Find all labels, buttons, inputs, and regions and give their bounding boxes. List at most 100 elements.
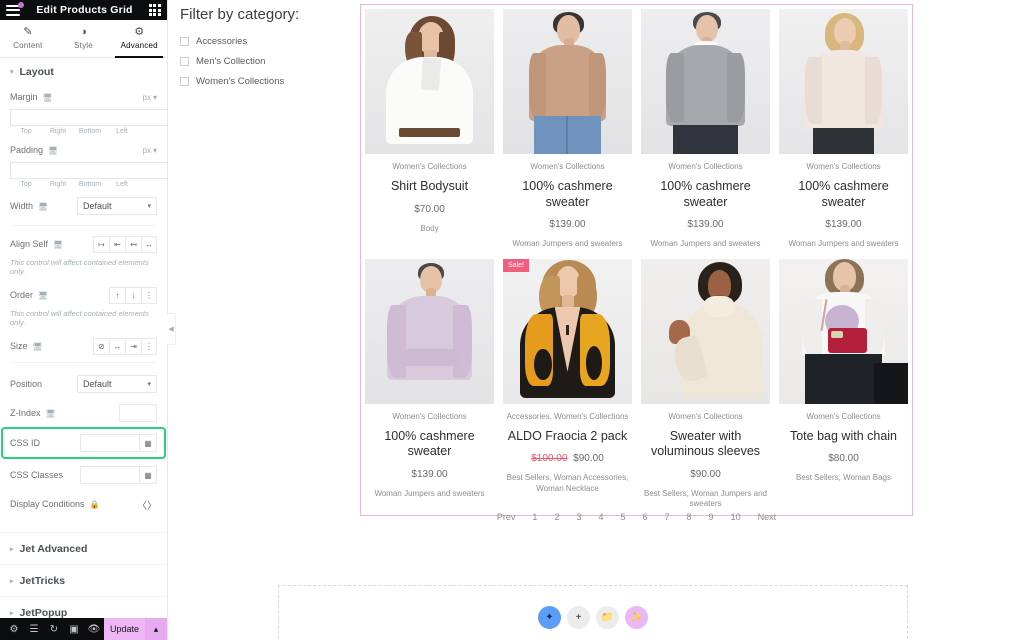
control-order: Order 🖥 ↑ ↓ ⋮ (0, 282, 167, 306)
update-button[interactable]: Update (104, 618, 145, 640)
responsive-icon[interactable]: ▣ (64, 618, 84, 640)
pagination-page-10[interactable]: 10 (722, 512, 749, 522)
products-grid-widget[interactable]: Women's Collections Shirt Bodysuit $70.0… (360, 4, 913, 517)
size-shrink-icon[interactable]: ⇥ (125, 337, 141, 355)
product-image[interactable] (365, 9, 494, 154)
product-image[interactable]: Sale! (503, 258, 632, 404)
product-category: Women's Collections (392, 411, 467, 421)
product-name[interactable]: 100% cashmere sweater (365, 429, 494, 460)
product-card[interactable]: Women's Collections 100% cashmere sweate… (641, 9, 770, 250)
filter-option-womens-collections[interactable]: Women's Collections (180, 76, 340, 87)
product-name[interactable]: 100% cashmere sweater (779, 179, 908, 210)
preview-eye-icon[interactable]: 👁 (84, 618, 104, 640)
pagination-page-6[interactable]: 6 (634, 512, 656, 522)
product-card[interactable]: Women's Collections 100% cashmere sweate… (503, 9, 632, 250)
size-none-icon[interactable]: ⊘ (93, 337, 109, 355)
z-index-input[interactable] (119, 404, 157, 422)
checkbox[interactable] (180, 37, 189, 46)
product-image[interactable] (503, 9, 632, 154)
product-name[interactable]: 100% cashmere sweater (641, 179, 770, 210)
align-start-icon[interactable]: ↦ (93, 235, 109, 253)
checkbox[interactable] (180, 77, 189, 86)
order-more-icon[interactable]: ⋮ (141, 286, 157, 304)
product-card[interactable]: Women's Collections 100% cashmere sweate… (365, 258, 494, 510)
css-id-input[interactable] (80, 434, 140, 452)
tab-advanced[interactable]: ⚙ Advanced (111, 20, 167, 58)
folder-icon[interactable]: 📁 (596, 606, 619, 629)
align-stretch-icon[interactable]: ↔ (141, 235, 157, 253)
product-name[interactable]: Shirt Bodysuit (391, 179, 468, 194)
pagination-page-1[interactable]: 1 (524, 512, 546, 522)
filter-option-accessories[interactable]: Accessories (180, 36, 340, 47)
tab-content[interactable]: ✎ Content (0, 20, 56, 57)
pagination-page-2[interactable]: 2 (546, 512, 568, 522)
pagination: Prev 1 2 3 4 5 6 7 8 9 10 Next (360, 512, 913, 522)
pagination-page-9[interactable]: 9 (700, 512, 722, 522)
hamburger-icon[interactable] (6, 1, 24, 16)
pagination-page-5[interactable]: 5 (612, 512, 634, 522)
pagination-next[interactable]: Next (749, 512, 785, 522)
checkbox[interactable] (180, 57, 189, 66)
pagination-page-8[interactable]: 8 (678, 512, 700, 522)
product-card[interactable]: Women's Collections Sweater with volumin… (641, 258, 770, 510)
update-options-button[interactable]: ▴ (145, 618, 167, 640)
section-jet-advanced[interactable]: ▸ Jet Advanced (0, 533, 167, 565)
product-card[interactable]: Sale! Accessories, Women's Collections A… (503, 258, 632, 510)
add-section-drop-zone[interactable]: ✦ + 📁 ✨ (278, 585, 908, 640)
product-name[interactable]: Tote bag with chain (790, 429, 897, 444)
desktop-icon[interactable]: 🖥 (43, 93, 53, 102)
size-grow-icon[interactable]: ↔ (109, 337, 125, 355)
product-image[interactable] (779, 9, 908, 154)
gear-icon: ⚙ (134, 26, 145, 38)
css-classes-input[interactable] (80, 466, 140, 484)
sparkles-ai-icon[interactable]: ✨ (625, 606, 648, 629)
section-layout[interactable]: ▾ Layout (0, 58, 167, 84)
divider (10, 225, 157, 226)
position-select[interactable]: Default ▾ (77, 375, 157, 393)
product-card[interactable]: Women's Collections 100% cashmere sweate… (779, 9, 908, 250)
product-name[interactable]: ALDO Fraocia 2 pack (508, 429, 628, 444)
pagination-page-7[interactable]: 7 (656, 512, 678, 522)
layers-icon[interactable]: ☰ (24, 618, 44, 640)
conditions-tree-icon[interactable]: 〈〉 (137, 497, 157, 512)
order-last-icon[interactable]: ↓ (125, 286, 141, 304)
desktop-icon[interactable]: 🖥 (38, 202, 48, 211)
apps-grid-icon[interactable] (148, 4, 161, 16)
width-select[interactable]: Default ▾ (77, 197, 157, 215)
align-end-icon[interactable]: ↤ (125, 235, 141, 253)
margin-top-input[interactable] (10, 109, 167, 126)
chevron-down-icon: ▾ (147, 203, 151, 210)
desktop-icon[interactable]: 🖥 (38, 291, 48, 300)
product-name[interactable]: Sweater with voluminous sleeves (641, 429, 770, 460)
dynamic-tags-icon[interactable]: ▦ (140, 466, 157, 484)
history-icon[interactable]: ↻ (44, 618, 64, 640)
dynamic-tags-icon[interactable]: ▦ (140, 434, 157, 452)
gear-icon[interactable]: ⚙ (4, 618, 24, 640)
product-image[interactable] (779, 258, 908, 404)
section-jettricks[interactable]: ▸ JetTricks (0, 565, 167, 597)
plus-icon[interactable]: + (567, 606, 590, 629)
align-center-icon[interactable]: ⇤ (109, 235, 125, 253)
filter-option-mens-collection[interactable]: Men's Collection (180, 56, 340, 67)
product-card[interactable]: Women's Collections Tote bag with chain … (779, 258, 908, 510)
section-jetpopup[interactable]: ▸ JetPopup (0, 597, 167, 619)
desktop-icon[interactable]: 🖥 (48, 146, 58, 155)
product-image[interactable] (641, 258, 770, 404)
desktop-icon[interactable]: 🖥 (46, 409, 56, 418)
padding-top-input[interactable] (10, 162, 167, 179)
product-card[interactable]: Women's Collections Shirt Bodysuit $70.0… (365, 9, 494, 250)
pagination-prev[interactable]: Prev (488, 512, 524, 522)
order-first-icon[interactable]: ↑ (109, 286, 125, 304)
product-name[interactable]: 100% cashmere sweater (503, 179, 632, 210)
pagination-page-4[interactable]: 4 (590, 512, 612, 522)
panel-collapse-handle[interactable]: ◀ (167, 313, 176, 345)
size-more-icon[interactable]: ⋮ (141, 337, 157, 355)
pagination-page-3[interactable]: 3 (568, 512, 590, 522)
notification-dot (18, 1, 24, 8)
magic-wand-icon[interactable]: ✦ (538, 606, 561, 629)
tab-style[interactable]: ◑ Style (56, 20, 112, 57)
product-image[interactable] (365, 258, 494, 404)
desktop-icon[interactable]: 🖥 (53, 240, 63, 249)
product-image[interactable] (641, 9, 770, 154)
desktop-icon[interactable]: 🖥 (33, 342, 43, 351)
